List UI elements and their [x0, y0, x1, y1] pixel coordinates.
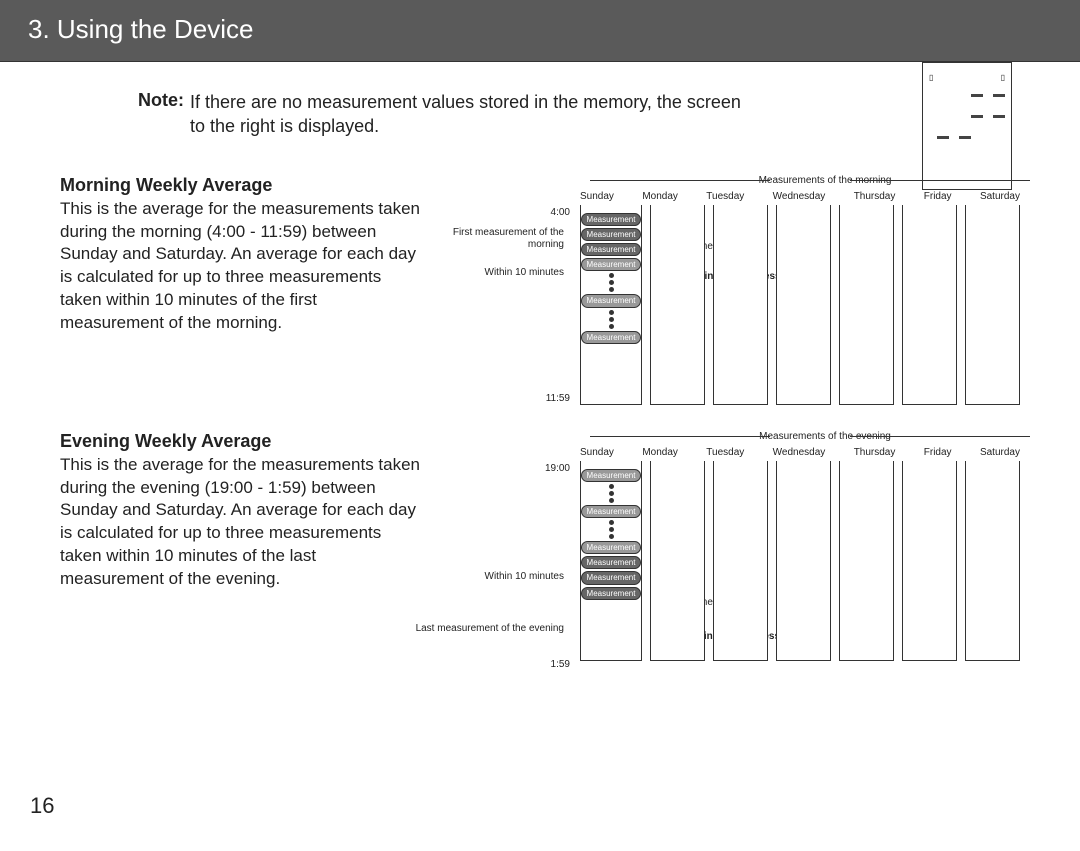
day-column: [902, 461, 957, 661]
page-content: ▯▯ Note: If there are no measurement val…: [0, 62, 1080, 681]
morning-body: This is the average for the measurements…: [60, 198, 420, 336]
note-label: Note:: [138, 90, 184, 111]
measurement-pill: Measurement: [581, 571, 641, 584]
chapter-header: 3. Using the Device: [0, 0, 1080, 62]
measurement-pill: Measurement: [581, 541, 641, 554]
morning-end-time: 11:59: [420, 393, 570, 404]
note-block: Note: If there are no measurement values…: [60, 90, 1020, 139]
day-label: Wednesday: [773, 191, 826, 202]
evening-end-time: 1:59: [420, 659, 570, 670]
day-column: [776, 205, 831, 405]
measurement-pill: Measurement: [581, 228, 641, 241]
measurement-pill: Measurement: [581, 258, 641, 271]
day-label: Friday: [924, 447, 952, 458]
day-column: Measurement Measurement Measurement Meas…: [580, 205, 642, 405]
note-body: If there are no measurement values store…: [190, 90, 750, 139]
empty-memory-screen: ▯▯: [922, 62, 1012, 190]
evening-body: This is the average for the measurements…: [60, 454, 420, 592]
day-column: [902, 205, 957, 405]
day-column: [650, 205, 705, 405]
day-column: [839, 461, 894, 661]
day-label: Wednesday: [773, 447, 826, 458]
evening-section: Evening Weekly Average This is the avera…: [60, 431, 1020, 681]
measurement-pill: Measurement: [581, 469, 641, 482]
morning-section: Morning Weekly Average This is the avera…: [60, 175, 1020, 415]
day-label: Sunday: [580, 447, 614, 458]
measurement-pill: Measurement: [581, 587, 641, 600]
day-label: Saturday: [980, 447, 1020, 458]
evening-start-time: 19:00: [420, 463, 570, 474]
chapter-title: 3. Using the Device: [28, 14, 253, 44]
day-label: Monday: [642, 191, 678, 202]
day-label: Monday: [642, 447, 678, 458]
measurement-pill: Measurement: [581, 556, 641, 569]
day-column: [776, 461, 831, 661]
page-number: 16: [30, 793, 54, 819]
day-column: [713, 461, 768, 661]
morning-first-label: First measurement of the morning: [414, 227, 564, 251]
measurement-pill: Measurement: [581, 331, 641, 344]
evening-diagram-title: Measurements of the evening: [630, 431, 1020, 442]
day-label: Thursday: [854, 191, 896, 202]
morning-start-time: 4:00: [420, 207, 570, 218]
evening-last-label: Last measurement of the evening: [414, 623, 564, 635]
day-label: Tuesday: [706, 191, 744, 202]
day-header-row: Sunday Monday Tuesday Wednesday Thursday…: [580, 447, 1020, 458]
measurement-pill: Measurement: [581, 243, 641, 256]
day-header-row: Sunday Monday Tuesday Wednesday Thursday…: [580, 191, 1020, 202]
day-column: [965, 205, 1020, 405]
evening-heading: Evening Weekly Average: [60, 431, 420, 452]
day-label: Saturday: [980, 191, 1020, 202]
day-column: [839, 205, 894, 405]
evening-day-columns: Measurement Measurement Measurement Meas…: [580, 461, 1020, 661]
day-column: [713, 205, 768, 405]
morning-heading: Morning Weekly Average: [60, 175, 420, 196]
day-label: Sunday: [580, 191, 614, 202]
day-column: [965, 461, 1020, 661]
measurement-pill: Measurement: [581, 213, 641, 226]
evening-within-label: Within 10 minutes: [414, 571, 564, 583]
day-label: Thursday: [854, 447, 896, 458]
morning-day-columns: Measurement Measurement Measurement Meas…: [580, 205, 1020, 405]
day-label: Tuesday: [706, 447, 744, 458]
morning-diagram-title: Measurements of the morning: [630, 175, 1020, 186]
measurement-pill: Measurement: [581, 294, 641, 307]
measurement-pill: Measurement: [581, 505, 641, 518]
day-column: Measurement Measurement Measurement Meas…: [580, 461, 642, 661]
day-column: [650, 461, 705, 661]
morning-within-label: Within 10 minutes: [414, 267, 564, 279]
day-label: Friday: [924, 191, 952, 202]
